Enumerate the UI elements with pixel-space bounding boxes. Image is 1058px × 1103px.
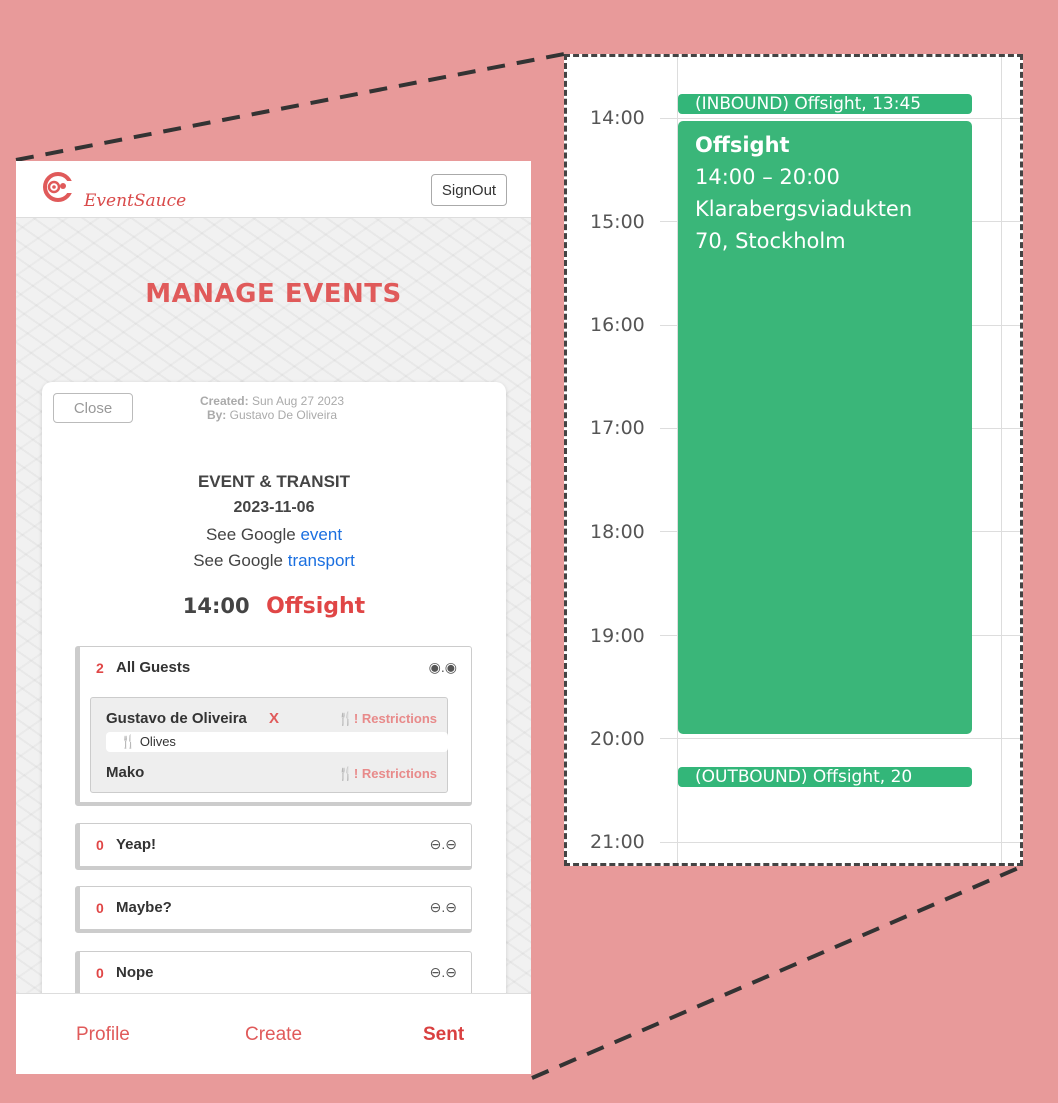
page-title: MANAGE EVENTS [145,279,402,309]
by-label: By: [206,408,227,422]
group-toggle-icon[interactable]: ⊖.⊖ [430,964,457,981]
close-button[interactable]: Close [53,393,133,423]
time-label: 14:00 [590,107,645,129]
nav-sent[interactable]: Sent [423,1024,464,1046]
calendar-zoom-view: 14:00 15:00 16:00 17:00 18:00 19:00 20:0… [564,54,1023,866]
time-label: 19:00 [590,625,645,647]
group-count: 0 [96,965,104,981]
grid-line [660,118,1023,119]
signout-button[interactable]: SignOut [431,174,507,206]
guest-group-yeap[interactable]: 0 Yeap! ⊖.⊖ [75,823,472,870]
restrictions-label: ! Restrictions [353,766,437,781]
guest-group-nope[interactable]: 0 Nope ⊖.⊖ [75,951,472,998]
fork-knife-icon: 🍴 [337,766,354,781]
group-label: All Guests [116,659,191,676]
calendar-event-time: 14:00 – 20:00 [695,165,840,189]
guest-name: Mako [106,764,145,781]
group-toggle-icon[interactable]: ◉.◉ [429,659,457,676]
time-label: 21:00 [590,831,645,853]
group-count: 0 [96,837,104,853]
time-label: 20:00 [590,728,645,750]
created-info: Created: Sun Aug 27 2023 By: Gustavo De … [182,394,362,422]
nav-create[interactable]: Create [245,1024,302,1046]
patterned-background: MANAGE EVENTS Close Created: Sun Aug 27 … [16,218,531,1022]
restrictions-label: ! Restrictions [353,711,437,726]
group-header[interactable]: 0 Maybe? ⊖.⊖ [80,887,471,929]
time-label: 18:00 [590,521,645,543]
google-event-link[interactable]: event [300,525,342,544]
event-name: Offsight [266,594,366,619]
restrictions-link[interactable]: 🍴! Restrictions [338,711,437,727]
group-header[interactable]: 0 Nope ⊖.⊖ [80,952,471,994]
group-label: Nope [116,964,154,981]
outbound-transit-event[interactable]: (OUTBOUND) Offsight, 20 [678,767,972,787]
group-count: 2 [96,660,104,676]
grid-line [1001,54,1002,866]
calendar-event-address-line2: 70, Stockholm [695,229,846,253]
restriction-item-label: Olives [139,734,176,749]
guest-group-all: 2 All Guests ◉.◉ Gustavo de Oliveira X 🍴… [75,646,472,806]
google-transport-link[interactable]: transport [288,551,355,570]
inbound-transit-event[interactable]: (INBOUND) Offsight, 13:45 [678,94,972,114]
remove-guest-button[interactable]: X [269,710,279,727]
group-toggle-icon[interactable]: ⊖.⊖ [430,899,457,916]
group-label: Yeap! [116,836,157,853]
restrictions-link[interactable]: 🍴! Restrictions [338,766,437,782]
guest-name: Gustavo de Oliveira [106,710,247,727]
time-label: 17:00 [590,417,645,439]
nav-profile[interactable]: Profile [76,1024,130,1046]
event-date: 2023-11-06 [233,499,315,516]
fork-knife-icon: 🍴 [337,711,354,726]
event-card: Close Created: Sun Aug 27 2023 By: Gusta… [42,382,506,1022]
event-time: 14:00 [182,594,250,618]
created-label: Created: [199,394,249,408]
brand-name: EventSauce [84,191,187,211]
group-toggle-icon[interactable]: ⊖.⊖ [430,836,457,853]
created-by: Gustavo De Oliveira [229,408,338,422]
event-heading: EVENT & TRANSIT [197,472,351,491]
see-google-prefix: See Google [193,551,283,570]
bottom-nav: Profile Create Sent [16,993,531,1074]
calendar-event-block[interactable]: Offsight 14:00 – 20:00 Klarabergsviadukt… [678,121,972,734]
calendar-event-title: Offsight [695,133,790,157]
restriction-item: 🍴 Olives [106,732,448,752]
mobile-app-screen: EventSauce SignOut MANAGE EVENTS Close C… [16,161,531,1074]
time-label: 15:00 [590,211,645,233]
group-header[interactable]: 2 All Guests ◉.◉ [80,647,471,689]
fork-knife-icon: 🍴 [120,734,137,749]
created-date: Sun Aug 27 2023 [251,394,345,408]
grid-line [660,738,1023,739]
calendar-event-address-line1: Klarabergsviadukten [695,197,913,221]
app-header: EventSauce SignOut [16,161,531,218]
eventsauce-logo-icon [43,172,74,202]
guest-group-maybe[interactable]: 0 Maybe? ⊖.⊖ [75,886,472,933]
grid-line [660,842,1023,843]
see-google-transport-line: See Google transport [42,551,506,571]
group-count: 0 [96,900,104,916]
event-title-line: 14:00 Offsight [42,594,506,619]
see-google-event-line: See Google event [42,525,506,545]
group-label: Maybe? [116,899,172,916]
see-google-prefix: See Google [205,525,296,544]
guest-list: Gustavo de Oliveira X 🍴! Restrictions 🍴 … [90,697,448,793]
time-label: 16:00 [590,314,645,336]
group-header[interactable]: 0 Yeap! ⊖.⊖ [80,824,471,866]
